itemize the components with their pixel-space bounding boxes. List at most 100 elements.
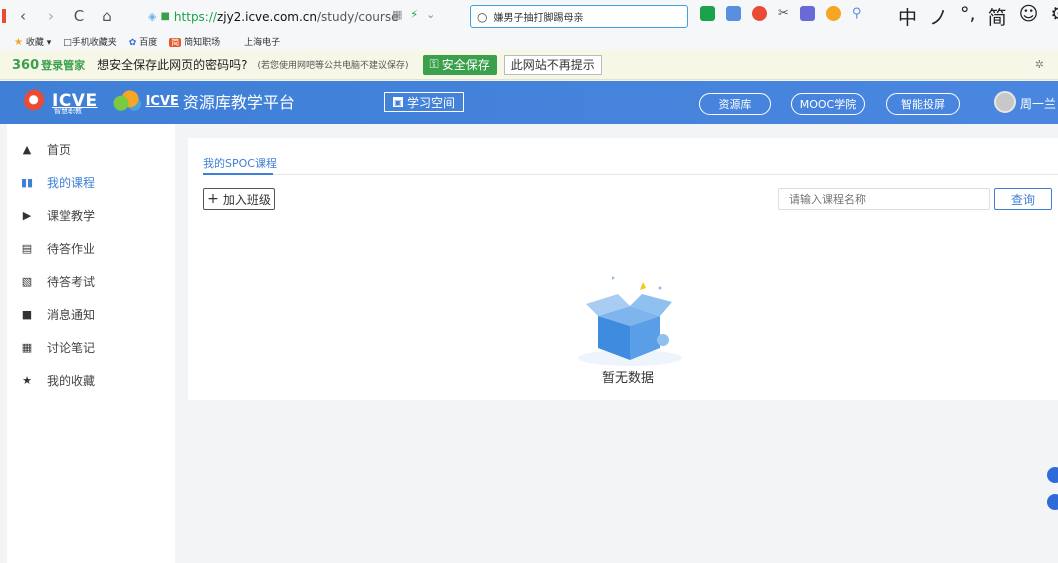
extension-icons: ✂ ⚲ — [700, 6, 861, 21]
sidebar-item-label: 我的收藏 — [47, 374, 96, 388]
ime-punct[interactable]: °, — [960, 3, 976, 30]
bookmarks-bar: ★ 收藏 ▾ □手机收藏夹 ✿ 百度 简 简知职场 上海电子 — [0, 32, 1058, 50]
ime-settings-icon[interactable]: ⚙ — [1050, 3, 1058, 30]
sidebar-item-label: 课堂教学 — [47, 209, 96, 223]
avatar[interactable] — [994, 91, 1016, 113]
baidu-icon: ✿ — [128, 37, 137, 48]
course-search-input[interactable] — [778, 188, 990, 210]
sidebar-item-label: 待答考试 — [47, 275, 96, 289]
notes-icon: ▦ — [21, 341, 33, 354]
classroom-icon: ▶ — [22, 209, 32, 222]
tab-active-indicator — [203, 173, 273, 175]
favorite-icon: ★ — [22, 374, 32, 387]
search-query: 嫌男子抽打脚踢母亲 — [493, 13, 584, 24]
reload-button[interactable]: C — [68, 5, 90, 27]
bookmark-favorites[interactable]: ★ 收藏 ▾ — [14, 35, 51, 48]
exam-icon: ▧ — [21, 275, 33, 288]
never-prompt-button[interactable]: 此网站不再提示 — [503, 54, 602, 75]
sidebar-item-label: 首页 — [47, 143, 72, 157]
ime-moon-icon[interactable]: ノ — [929, 3, 948, 30]
scissors-icon[interactable]: ✂ — [778, 6, 789, 21]
jianzhi-icon: 简 — [169, 37, 182, 47]
sidebar-item-exam[interactable]: ▧ 待答考试 — [7, 265, 175, 298]
floating-help-icon[interactable] — [1047, 494, 1058, 510]
platform-title: 资源库教学平台 — [182, 93, 295, 112]
magnifier-extension-icon[interactable]: ⚲ — [852, 6, 862, 21]
search-icon: ○ — [477, 9, 488, 24]
url-host: zjy2.icve.com.cn — [216, 9, 317, 24]
home-icon: ▲ — [22, 143, 32, 156]
lock-icon: ■ — [160, 11, 170, 22]
username[interactable]: 周一兰 — [1020, 95, 1056, 112]
sidebar-item-label: 我的课程 — [47, 176, 96, 190]
book-icon: ▮▮ — [20, 176, 34, 189]
sidebar-item-notes[interactable]: ▦ 讨论笔记 — [7, 331, 175, 364]
message-icon: ■ — [21, 308, 33, 321]
star-icon: ★ — [14, 36, 23, 48]
home-button[interactable]: ⌂ — [96, 5, 118, 27]
url-scheme: https:// — [173, 9, 217, 24]
chevron-down-icon[interactable]: ⌄ — [426, 8, 435, 21]
shield-icon: ◈ — [148, 10, 157, 23]
password-note: (若您使用网吧等公共电脑不建议保存) — [257, 61, 409, 71]
empty-box-illustration — [578, 276, 682, 366]
nav-resource-library[interactable]: 资源库 — [699, 93, 771, 115]
empty-state-text: 暂无数据 — [601, 371, 654, 386]
gear-icon[interactable]: ✲ — [1035, 58, 1044, 71]
sidebar-item-favorites[interactable]: ★ 我的收藏 — [7, 364, 175, 397]
bookmark-baidu[interactable]: ✿ 百度 — [129, 35, 157, 48]
back-button[interactable]: ‹ — [12, 5, 34, 27]
forward-button[interactable]: › — [40, 5, 62, 27]
nav-smart-cast[interactable]: 智能投屏 — [886, 93, 960, 115]
sidebar-item-label: 消息通知 — [47, 308, 96, 322]
sidebar-item-my-courses[interactable]: ▮▮ 我的课程 — [7, 166, 175, 199]
bookmark-shanghai[interactable]: 上海电子 — [244, 35, 280, 48]
ime-toolbar[interactable]: 中 ノ °, 简 ☺ ⚙ — [898, 3, 1058, 30]
brand-360-logo: 360 登录管家 — [12, 57, 86, 73]
app-header: icve 智慧职教 icve 资源库教学平台 ▣ 学习空间 资源库 MOOC学院… — [0, 81, 1058, 124]
browser-search-input[interactable]: ○ 嫌男子抽打脚踢母亲 — [470, 5, 688, 28]
password-save-bar: 360 登录管家 想安全保存此网页的密码吗? (若您使用网吧等公共电脑不建议保存)… — [0, 50, 1058, 80]
browser-marker — [2, 9, 6, 23]
qr-icon[interactable]: ▦ — [392, 8, 402, 21]
sidebar: ▲ 首页 ▮▮ 我的课程 ▶ 课堂教学 ▤ 待答作业 ▧ 待答考试 ■ 消息通知… — [7, 124, 175, 563]
sidebar-item-classroom[interactable]: ▶ 课堂教学 — [7, 199, 175, 232]
homework-icon: ▤ — [21, 242, 33, 255]
weibo-icon[interactable] — [752, 6, 767, 21]
floating-cloud-icon[interactable] — [1047, 467, 1058, 483]
bookmark-jianzhi[interactable]: 简 简知职场 — [169, 35, 220, 48]
sidebar-item-label: 讨论笔记 — [47, 341, 96, 355]
url-path: /study/course — [317, 9, 399, 24]
sidebar-item-label: 待答作业 — [47, 242, 96, 256]
plus-icon: + — [207, 191, 219, 207]
bookmark-mobile[interactable]: □手机收藏夹 — [63, 35, 117, 48]
tab-divider — [203, 174, 1058, 175]
course-panel: 我的SPOC课程 + 加入班级 查询 暂无数据 — [188, 138, 1058, 400]
ime-simplified[interactable]: 简 — [988, 3, 1007, 30]
join-class-button[interactable]: + 加入班级 — [203, 188, 275, 210]
mail-icon[interactable] — [726, 6, 741, 21]
folder-icon: □ — [63, 37, 72, 48]
tab-my-spoc-courses[interactable]: 我的SPOC课程 — [203, 155, 277, 171]
ime-emoji-icon[interactable]: ☺ — [1019, 3, 1039, 30]
zhijiao-logo-icon — [111, 90, 142, 112]
shield-extension-icon[interactable] — [825, 6, 841, 21]
sidebar-item-homework[interactable]: ▤ 待答作业 — [7, 232, 175, 265]
nav-mooc[interactable]: MOOC学院 — [791, 93, 865, 115]
password-question: 想安全保存此网页的密码吗? — [97, 58, 248, 72]
translate-icon[interactable] — [799, 6, 815, 21]
logo2-text: icve — [145, 93, 179, 109]
learn-space-button[interactable]: ▣ 学习空间 — [384, 92, 465, 112]
extension-green-icon[interactable] — [700, 6, 715, 21]
safe-save-button[interactable]: ⚿ 安全保存 — [422, 54, 497, 75]
query-button[interactable]: 查询 — [994, 188, 1052, 210]
sidebar-item-messages[interactable]: ■ 消息通知 — [7, 298, 175, 331]
learn-space-icon: ▣ — [393, 97, 403, 107]
key-icon: ⚿ — [429, 57, 439, 71]
sidebar-item-home[interactable]: ▲ 首页 — [7, 133, 175, 166]
logo-sub: 智慧职教 — [54, 107, 82, 115]
lightning-icon[interactable]: ⚡ — [410, 8, 418, 21]
ime-chinese[interactable]: 中 — [898, 3, 917, 30]
brand-logo[interactable]: icve 智慧职教 icve 资源库教学平台 — [24, 89, 295, 115]
url-tools: ▦ ⚡ ⌄ — [392, 8, 435, 21]
